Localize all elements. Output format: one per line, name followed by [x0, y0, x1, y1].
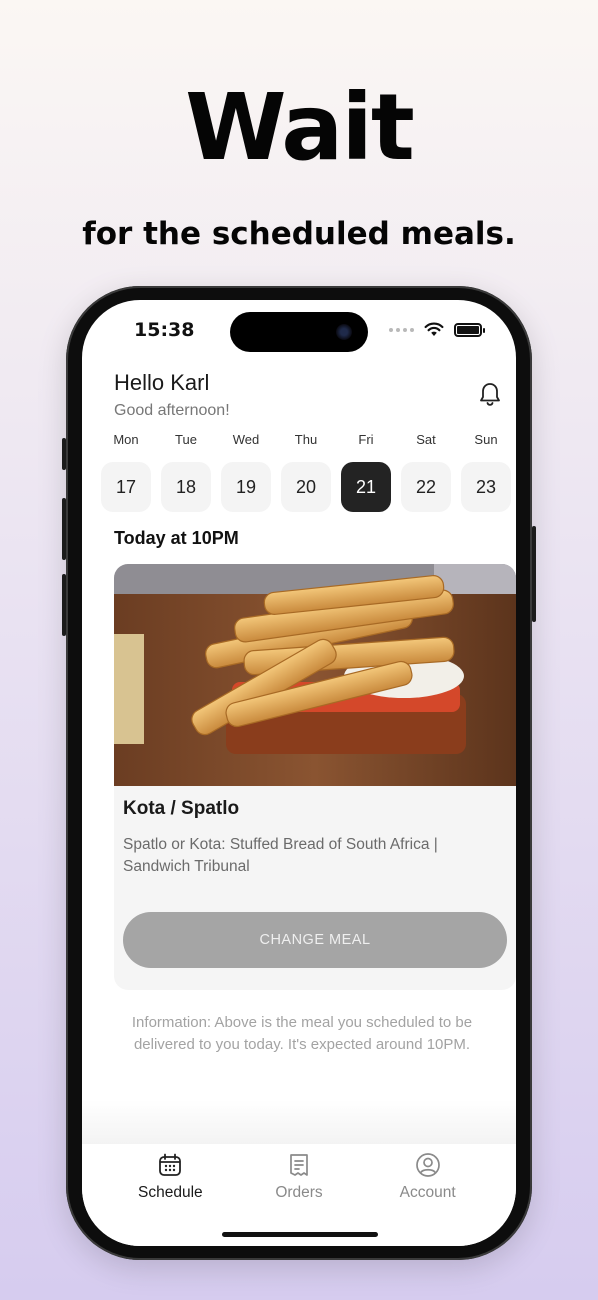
calendar-icon	[159, 1153, 182, 1176]
weekday-label: Sat	[416, 432, 436, 447]
tab-label: Account	[399, 1184, 456, 1201]
date-chip-21-selected[interactable]: 21	[341, 462, 391, 512]
phone-frame: 15:38 Hello Karl Good afternoon! Mon Tue…	[62, 286, 536, 1260]
meal-photo	[114, 564, 516, 786]
weekday-label: Fri	[358, 432, 374, 447]
date-chip-18[interactable]: 18	[161, 462, 211, 512]
date-chip-17[interactable]: 17	[101, 462, 151, 512]
date-chip-23[interactable]: 23	[461, 462, 511, 512]
receipt-icon	[290, 1154, 308, 1176]
weekday-row: Mon Tue Wed Thu Fri Sat Sun	[96, 432, 516, 447]
wifi-icon	[424, 322, 444, 336]
signal-icon	[389, 327, 414, 332]
phone-volume-up-button	[62, 498, 66, 560]
tab-account[interactable]: Account	[363, 1144, 492, 1246]
tab-orders[interactable]: Orders	[235, 1144, 364, 1246]
tab-label: Orders	[275, 1184, 323, 1201]
schedule-title: Today at 10PM	[114, 528, 239, 548]
weekday-label: Thu	[294, 432, 318, 447]
weekday-label: Mon	[113, 432, 139, 447]
greeting-text: Hello Karl	[114, 370, 210, 395]
delivery-info-text: Information: Above is the meal you sched…	[131, 1014, 473, 1053]
date-row: 17 18 19 20 21 22 23	[96, 462, 516, 512]
date-chip-20[interactable]: 20	[281, 462, 331, 512]
meal-description: Spatlo or Kota: Stuffed Bread of South A…	[123, 836, 438, 875]
app-screen: 15:38 Hello Karl Good afternoon! Mon Tue…	[82, 300, 516, 1246]
dynamic-island	[230, 312, 368, 352]
tab-label: Schedule	[138, 1184, 203, 1201]
bell-icon[interactable]	[478, 382, 502, 408]
camera-icon	[336, 324, 352, 340]
meal-name: Kota / Spatlo	[123, 798, 240, 819]
user-circle-icon	[415, 1153, 440, 1177]
status-icons	[389, 322, 485, 337]
phone-power-button	[532, 526, 536, 622]
subgreeting-text: Good afternoon!	[114, 402, 230, 419]
status-time: 15:38	[134, 319, 195, 341]
change-meal-button[interactable]: CHANGE MEAL	[123, 912, 507, 968]
promo-headline: Wait	[185, 74, 415, 181]
phone-volume-down-button	[62, 574, 66, 636]
weekday-label: Wed	[232, 432, 260, 447]
home-indicator	[222, 1232, 378, 1237]
date-chip-19[interactable]: 19	[221, 462, 271, 512]
meal-card[interactable]: Kota / Spatlo Spatlo or Kota: Stuffed Br…	[114, 564, 516, 990]
promo-subheadline: for the scheduled meals.	[82, 216, 516, 252]
bottom-tab-bar: Schedule Orders Account	[82, 1144, 516, 1246]
battery-icon	[454, 322, 485, 337]
phone-action-button	[62, 438, 66, 470]
tabbar-shadow	[82, 1100, 516, 1144]
date-chip-22[interactable]: 22	[401, 462, 451, 512]
tab-schedule[interactable]: Schedule	[106, 1144, 235, 1246]
weekday-label: Sun	[474, 432, 498, 447]
weekday-label: Tue	[175, 432, 197, 447]
